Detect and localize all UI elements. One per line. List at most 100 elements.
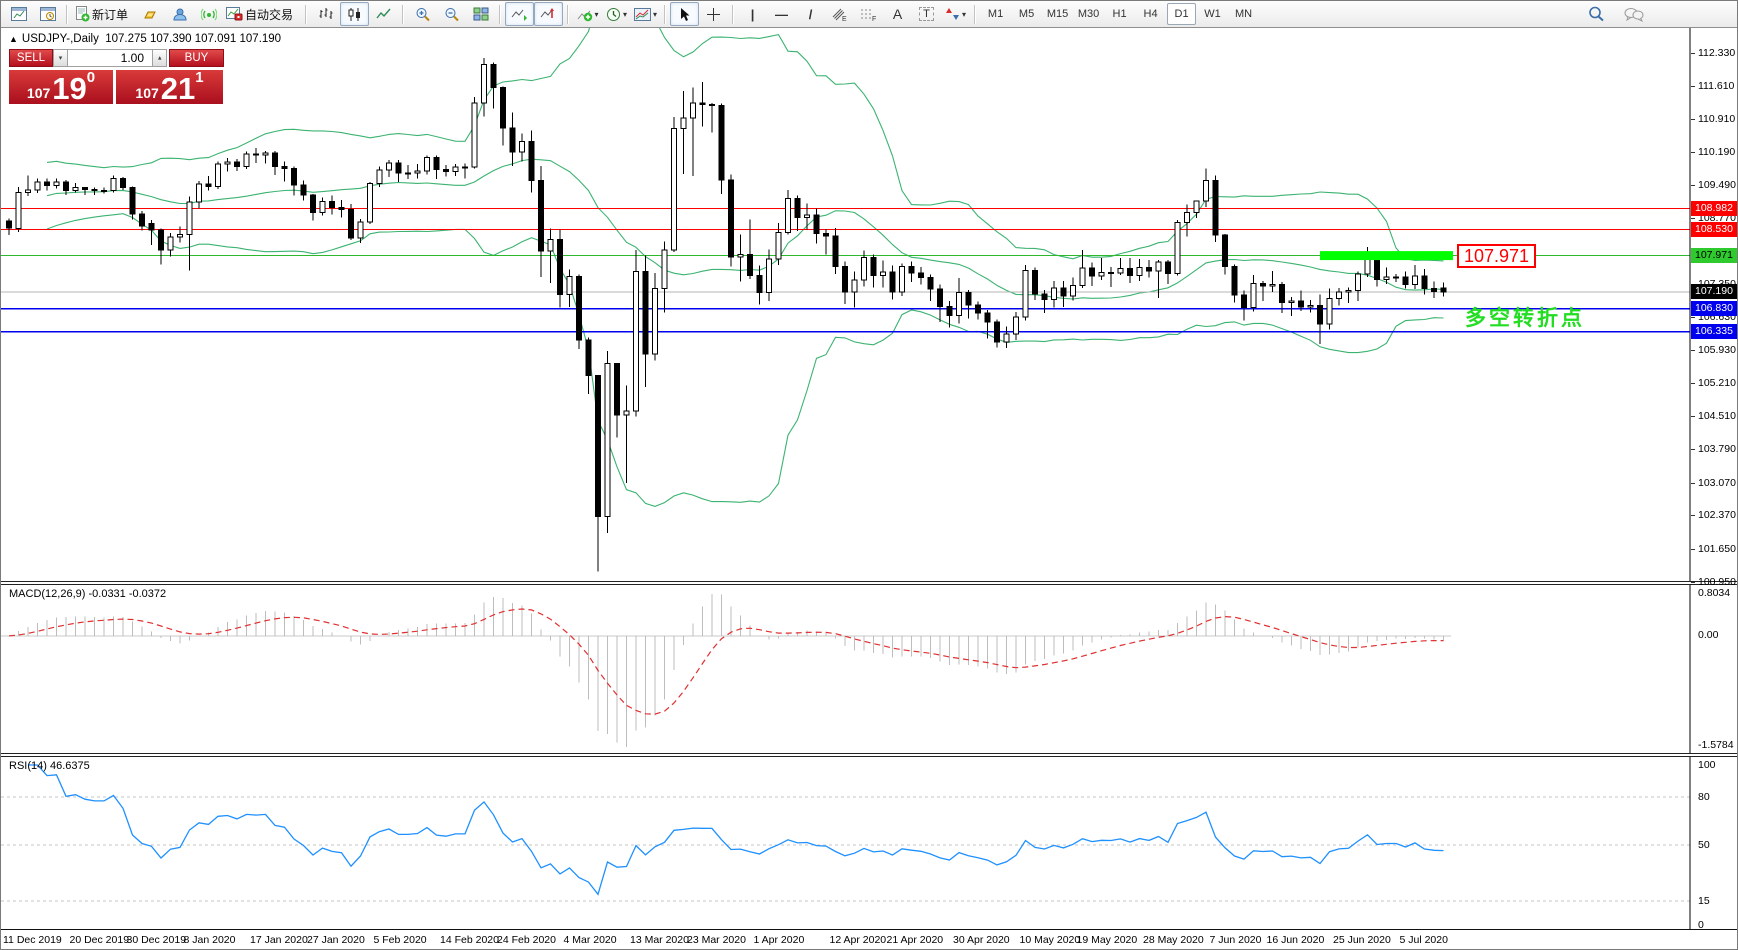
chart-title-symbol: USDJPY-,Daily	[22, 33, 99, 45]
date-axis[interactable]: 11 Dec 201920 Dec 201930 Dec 20198 Jan 2…	[1, 929, 1738, 950]
price-tick-mark	[1691, 53, 1695, 54]
price-tick-mark	[1691, 582, 1695, 583]
new-order-button[interactable]: 新订单	[72, 2, 136, 26]
date-label: 30 Dec 2019	[127, 934, 187, 946]
templates-button[interactable]: ▾	[631, 2, 660, 26]
caret-down-icon: ▾	[653, 10, 657, 19]
toolbar-separator	[402, 5, 404, 24]
buy-button[interactable]: BUY	[169, 49, 224, 67]
buy-price-display[interactable]: 107 21 1	[116, 70, 223, 104]
tile-windows-icon	[473, 7, 489, 21]
text-tool-icon: A	[893, 6, 902, 22]
svg-text:F: F	[872, 16, 876, 22]
timeframe-h4[interactable]: H4	[1136, 3, 1165, 25]
buy-price-pip: 1	[195, 72, 203, 84]
date-label: 4 Mar 2020	[564, 934, 617, 946]
text-tool-button[interactable]: A	[883, 2, 912, 26]
zoom-in-button[interactable]	[408, 2, 437, 26]
main-chart-pane[interactable]: ▲USDJPY-,Daily 107.275 107.390 107.091 1…	[1, 28, 1738, 581]
volume-input[interactable]	[68, 49, 152, 67]
timeframe-m15[interactable]: M15	[1043, 3, 1072, 25]
autotrading-button[interactable]: 自动交易	[223, 2, 301, 26]
svg-text:E: E	[842, 16, 847, 22]
price-badge: 108.530	[1691, 222, 1738, 237]
chart-title: ▲USDJPY-,Daily 107.275 107.390 107.091 1…	[9, 33, 281, 45]
timeframe-mn[interactable]: MN	[1229, 3, 1258, 25]
market-watch-button[interactable]	[136, 2, 165, 26]
sell-button[interactable]: SELL	[9, 49, 53, 67]
signals-icon	[201, 7, 217, 21]
rsi-label: RSI(14) 46.6375	[9, 760, 90, 772]
collapse-panel-arrow-icon[interactable]: ▲	[9, 34, 18, 44]
price-tick-label: 112.330	[1698, 47, 1735, 59]
charts-window-button[interactable]	[4, 2, 33, 26]
toolbar: 新订单 自动交易	[1, 1, 1738, 28]
vertical-line-tool-button[interactable]: |	[738, 2, 767, 26]
date-label: 21 Apr 2020	[887, 934, 944, 946]
cursor-tool-button[interactable]	[670, 2, 699, 26]
date-label: 1 Apr 2020	[754, 934, 805, 946]
zoom-out-button[interactable]	[437, 2, 466, 26]
chart-shift-button[interactable]	[534, 2, 563, 26]
price-tick-mark	[1691, 218, 1695, 219]
toolbar-separator	[66, 5, 68, 24]
profiles-icon	[40, 7, 56, 21]
timeframe-d1[interactable]: D1	[1167, 3, 1196, 25]
tile-windows-button[interactable]	[466, 2, 495, 26]
trendline-tool-button[interactable]: /	[796, 2, 825, 26]
timeframe-h1[interactable]: H1	[1105, 3, 1134, 25]
macd-pane[interactable]: MACD(12,26,9) -0.0331 -0.0372	[1, 585, 1738, 753]
price-badge: 107.190	[1691, 284, 1738, 299]
profiles-button[interactable]	[33, 2, 62, 26]
price-tick-mark	[1691, 483, 1695, 484]
price-tick-mark	[1691, 185, 1695, 186]
volume-decrease-button[interactable]: ▾	[53, 49, 68, 67]
date-label: 13 Mar 2020	[630, 934, 689, 946]
timeframe-m5[interactable]: M5	[1012, 3, 1041, 25]
toolbar-separator	[974, 5, 976, 24]
price-tick-mark	[1691, 317, 1695, 318]
price-tick-label: 109.490	[1698, 179, 1736, 191]
price-level-label[interactable]: 107.971	[1457, 244, 1536, 268]
caret-down-icon: ▾	[59, 54, 63, 62]
trendline-icon: /	[809, 7, 813, 22]
bar-chart-button[interactable]	[311, 2, 340, 26]
buy-price-base: 107	[135, 83, 158, 103]
date-label: 5 Feb 2020	[374, 934, 427, 946]
signals-button[interactable]	[194, 2, 223, 26]
chart-text-annotation[interactable]: 多空转折点	[1465, 302, 1585, 332]
date-label: 20 Dec 2019	[70, 934, 130, 946]
timeframe-w1[interactable]: W1	[1198, 3, 1227, 25]
terminal-button[interactable]	[165, 2, 194, 26]
arrows-tool-button[interactable]: ▾	[941, 2, 970, 26]
mt4-terminal: 新订单 自动交易	[0, 0, 1738, 950]
price-tick-label: 104.510	[1698, 410, 1736, 422]
text-label-tool-button[interactable]: T	[912, 2, 941, 26]
price-tick-label: 100.950	[1698, 576, 1736, 588]
chat-button[interactable]	[1619, 2, 1648, 26]
auto-scroll-icon	[511, 7, 528, 21]
horizontal-line-tool-button[interactable]: —	[767, 2, 796, 26]
indicators-button[interactable]: ▾	[573, 2, 602, 26]
crosshair-tool-button[interactable]	[699, 2, 728, 26]
line-chart-icon	[376, 7, 392, 21]
buy-price-big: 21	[161, 74, 195, 103]
rsi-pane[interactable]: RSI(14) 46.6375	[1, 757, 1738, 929]
price-tick-mark	[1691, 152, 1695, 153]
search-button[interactable]	[1582, 2, 1611, 26]
timeframe-m30[interactable]: M30	[1074, 3, 1103, 25]
volume-increase-button[interactable]: ▾	[152, 49, 167, 67]
fibonacci-tool-button[interactable]: F	[854, 2, 883, 26]
price-tick-label: 105.210	[1698, 377, 1736, 389]
zoom-out-icon	[444, 7, 460, 22]
channel-tool-button[interactable]: E	[825, 2, 854, 26]
bar-chart-icon	[318, 7, 334, 21]
candlestick-chart-button[interactable]	[340, 2, 369, 26]
new-order-label: 新订单	[92, 6, 128, 23]
periods-button[interactable]: ▾	[602, 2, 631, 26]
timeframe-m1[interactable]: M1	[981, 3, 1010, 25]
price-tick-label: 110.910	[1698, 113, 1735, 125]
auto-scroll-button[interactable]	[505, 2, 534, 26]
line-chart-button[interactable]	[369, 2, 398, 26]
sell-price-display[interactable]: 107 19 0	[9, 70, 113, 104]
